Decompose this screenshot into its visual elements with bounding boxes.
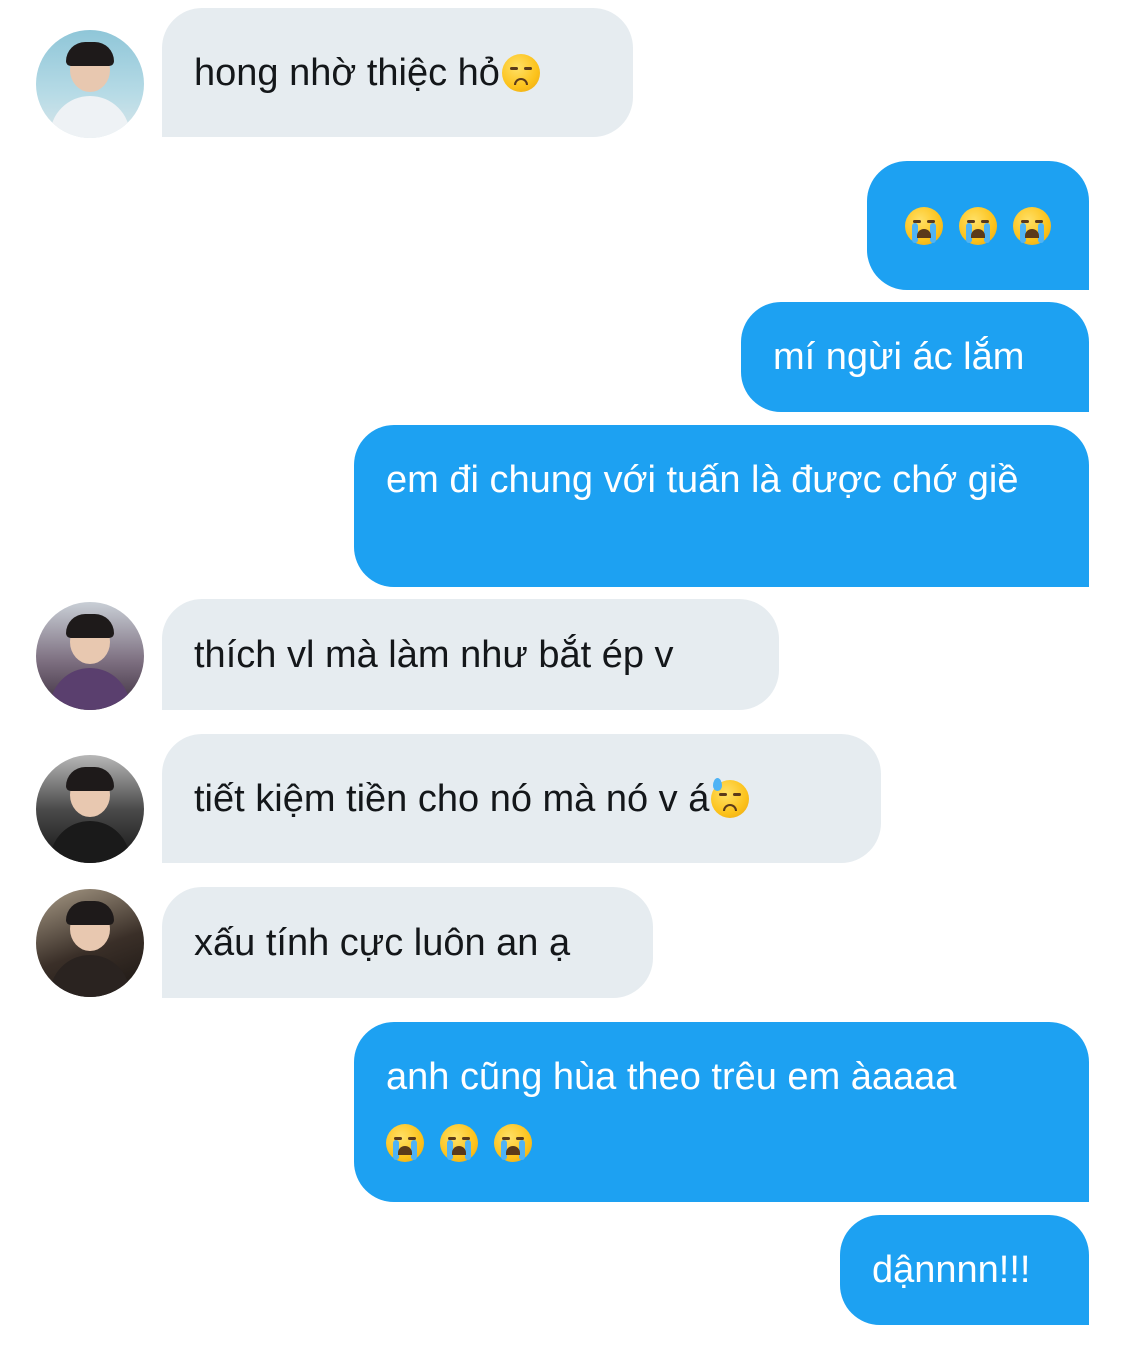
- message-bubble-outgoing[interactable]: mí ngừi ác lắm: [741, 302, 1089, 412]
- message-text: mí ngừi ác lắm: [773, 336, 1025, 378]
- loudly-crying-face-icon: [1013, 206, 1051, 245]
- message-bubble-incoming[interactable]: xấu tính cực luôn an ạ: [162, 887, 653, 998]
- message-bubble-outgoing[interactable]: dậnnnn!!!: [840, 1215, 1089, 1325]
- loudly-crying-face-icon: [959, 206, 997, 245]
- message-bubble-outgoing[interactable]: [867, 161, 1089, 290]
- emoji-row: [378, 1116, 540, 1166]
- sender-avatar[interactable]: [36, 889, 144, 997]
- message-text: tiết kiệm tiền cho nó mà nó v á: [194, 777, 710, 820]
- loudly-crying-face-icon: [494, 1123, 532, 1162]
- loudly-crying-face-icon: [440, 1123, 478, 1162]
- sender-avatar[interactable]: [36, 755, 144, 863]
- message-bubble-incoming[interactable]: tiết kiệm tiền cho nó mà nó v á: [162, 734, 881, 863]
- message-bubble-incoming[interactable]: thích vl mà làm như bắt ép v: [162, 599, 779, 710]
- message-bubble-outgoing[interactable]: anh cũng hùa theo trêu em àaaaa: [354, 1022, 1089, 1202]
- loudly-crying-face-icon: [905, 206, 943, 245]
- message-text: anh cũng hùa theo trêu em àaaaa: [386, 1056, 957, 1098]
- message-text: thích vl mà làm như bắt ép v: [194, 633, 674, 676]
- sender-avatar[interactable]: [36, 602, 144, 710]
- downcast-face-with-sweat-icon: [711, 777, 750, 818]
- message-text: xấu tính cực luôn an ạ: [194, 921, 571, 964]
- message-bubble-outgoing[interactable]: em đi chung với tuấn là được chớ giề: [354, 425, 1089, 587]
- message-text: em đi chung với tuấn là được chớ giề: [386, 459, 1019, 501]
- message-bubble-incoming[interactable]: hong nhờ thiệc hỏ: [162, 8, 633, 137]
- message-text: dậnnnn!!!: [872, 1249, 1031, 1291]
- sender-avatar[interactable]: [36, 30, 144, 138]
- message-text: hong nhờ thiệc hỏ: [194, 51, 500, 94]
- disappointed-face-icon: [501, 53, 540, 92]
- loudly-crying-face-icon: [386, 1123, 424, 1162]
